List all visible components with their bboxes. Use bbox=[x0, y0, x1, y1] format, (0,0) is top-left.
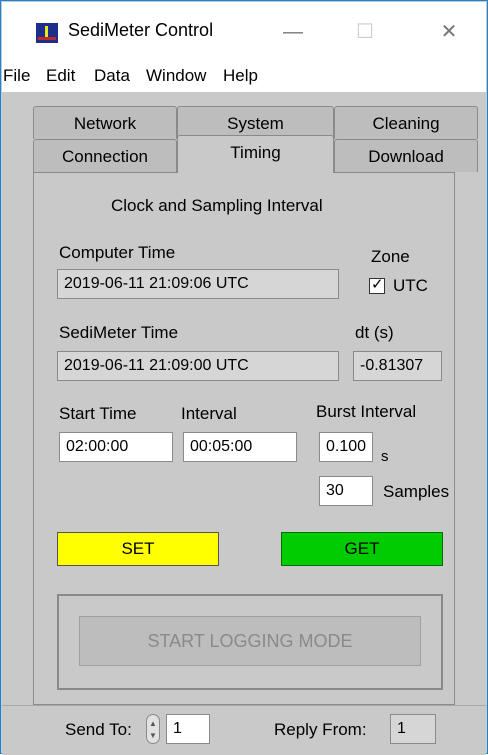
maximize-button[interactable]: ☐ bbox=[342, 12, 388, 52]
app-icon bbox=[36, 23, 58, 43]
start-time-input[interactable]: 02:00:00 bbox=[59, 432, 173, 462]
get-button[interactable]: GET bbox=[281, 532, 443, 566]
status-bar: Send To: ▲ ▼ 1 Reply From: 1 bbox=[2, 705, 486, 755]
zone-label: Zone bbox=[371, 247, 410, 266]
tab-network[interactable]: Network bbox=[33, 106, 177, 139]
tab-connection[interactable]: Connection bbox=[33, 139, 177, 172]
computer-time-label: Computer Time bbox=[59, 243, 176, 262]
computer-time-field: 2019-06-11 21:09:06 UTC bbox=[57, 269, 339, 299]
window-title: SediMeter Control bbox=[68, 20, 214, 40]
dt-field: -0.81307 bbox=[353, 351, 442, 381]
utc-checkbox[interactable] bbox=[369, 275, 385, 294]
start-logging-button[interactable]: START LOGGING MODE bbox=[79, 616, 421, 666]
interval-input[interactable]: 00:05:00 bbox=[183, 432, 297, 462]
tab-download[interactable]: Download bbox=[334, 139, 478, 172]
send-to-spinner[interactable]: ▲ ▼ bbox=[146, 714, 160, 744]
send-to-label: Send To: bbox=[65, 720, 132, 739]
tab-timing[interactable]: Timing bbox=[177, 135, 334, 173]
title-bar: SediMeter Control — ☐ ✕ bbox=[2, 2, 486, 62]
menu-help[interactable]: Help bbox=[223, 66, 258, 86]
tab-cleaning[interactable]: Cleaning bbox=[334, 106, 478, 139]
burst-unit-label: s bbox=[381, 448, 389, 465]
samples-label: Samples bbox=[383, 482, 450, 501]
samples-input[interactable]: 30 bbox=[319, 476, 373, 506]
interval-label: Interval bbox=[181, 404, 237, 423]
menu-window[interactable]: Window bbox=[146, 66, 206, 86]
dt-label: dt (s) bbox=[355, 323, 394, 342]
reply-from-label: Reply From: bbox=[274, 720, 367, 739]
set-button[interactable]: SET bbox=[57, 532, 219, 566]
minimize-button[interactable]: — bbox=[270, 12, 316, 52]
menu-bar: File Edit Data Window Help bbox=[2, 62, 486, 92]
sedimeter-time-field: 2019-06-11 21:09:00 UTC bbox=[57, 351, 339, 381]
utc-label: UTC bbox=[393, 276, 428, 295]
close-button[interactable]: ✕ bbox=[426, 12, 472, 52]
logging-frame: START LOGGING MODE bbox=[57, 594, 443, 690]
send-to-input[interactable]: 1 bbox=[166, 714, 210, 744]
burst-interval-input[interactable]: 0.100 bbox=[319, 432, 373, 462]
burst-interval-label: Burst Interval bbox=[316, 402, 417, 421]
start-time-label: Start Time bbox=[59, 404, 137, 423]
menu-edit[interactable]: Edit bbox=[46, 66, 75, 86]
menu-data[interactable]: Data bbox=[94, 66, 130, 86]
sedimeter-time-label: SediMeter Time bbox=[59, 323, 179, 342]
menu-file[interactable]: File bbox=[3, 66, 30, 86]
app-window: SediMeter Control — ☐ ✕ File Edit Data W… bbox=[0, 0, 488, 755]
reply-from-field: 1 bbox=[390, 714, 436, 744]
section-title: Clock and Sampling Interval bbox=[111, 196, 323, 215]
